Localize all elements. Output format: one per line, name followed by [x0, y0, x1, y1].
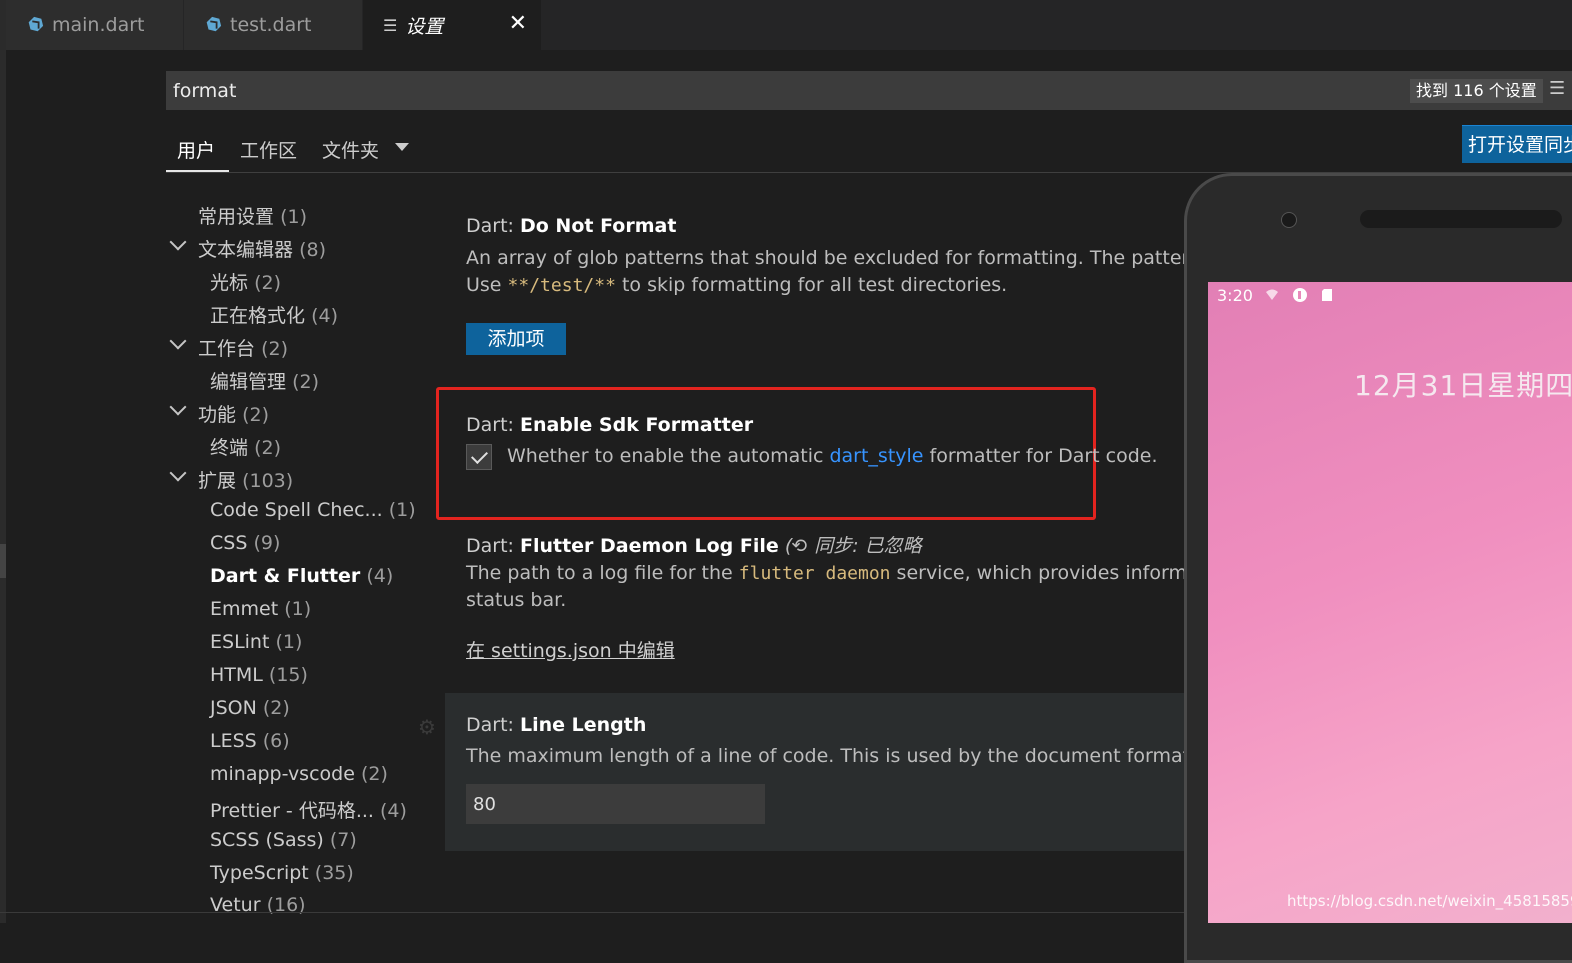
toc-item[interactable]: ESLint (1) [210, 631, 302, 653]
setting-title-do-not-format: Dart: Do Not Format [466, 215, 677, 237]
toc-item[interactable]: 终端 (2) [210, 433, 281, 460]
scope-tab-workspace[interactable]: 工作区 [240, 136, 297, 163]
toc-item[interactable]: Emmet (1) [210, 598, 311, 620]
editor-tab-bar: main.dart test.dart ☰ 设置 ✕ [6, 0, 1572, 50]
search-result-count: 找到 116 个设置 [1410, 79, 1543, 103]
tab-test-dart[interactable]: test.dart [184, 0, 362, 50]
setting-description: An array of glob patterns that should be… [466, 247, 1266, 269]
toc-item-selected[interactable]: Dart & Flutter (4) [210, 565, 393, 587]
toc-item[interactable]: LESS (6) [210, 730, 290, 752]
lockscreen-date: 12月31日星期四 [1354, 369, 1572, 402]
sync-ignored-note: (⟲ 同步: 已忽略 [784, 535, 922, 557]
setting-description: The maximum length of a line of code. Th… [466, 745, 1222, 767]
app-notification-icon [1293, 288, 1307, 302]
tab-main-dart[interactable]: main.dart [6, 0, 183, 50]
toc-item[interactable]: 光标 (2) [210, 268, 281, 295]
panel-border [0, 912, 1208, 913]
tab-settings[interactable]: ☰ 设置 ✕ [363, 0, 541, 50]
settings-list-icon: ☰ [383, 15, 398, 35]
toc-item[interactable]: Code Spell Chec... (1) [210, 499, 416, 521]
toc-item[interactable]: JSON (2) [210, 697, 290, 719]
line-length-input[interactable] [466, 784, 765, 824]
settings-search-box [166, 71, 1572, 110]
toc-item[interactable]: 编辑管理 (2) [210, 367, 319, 394]
toc-item[interactable]: 正在格式化 (4) [210, 301, 338, 328]
activity-bar-edge [0, 0, 6, 923]
tab-label: test.dart [230, 14, 312, 36]
gear-icon[interactable]: ⚙ [418, 715, 436, 739]
toc-item[interactable]: minapp-vscode (2) [210, 763, 388, 785]
settings-search-input[interactable] [166, 71, 1396, 110]
camera-icon [1281, 212, 1297, 228]
settings-sync-button[interactable]: 打开设置同步 [1462, 125, 1572, 163]
setting-description: The path to a log file for the flutter d… [466, 562, 1253, 584]
setting-title-line-length: Dart: Line Length [466, 714, 647, 736]
speaker-grille [1360, 210, 1562, 228]
setting-description: status bar. [466, 589, 567, 611]
dart-style-link[interactable]: dart_style [829, 445, 923, 467]
scroll-marker [0, 544, 6, 578]
add-item-button[interactable]: 添加项 [466, 323, 566, 355]
toc-item[interactable]: 常用设置 (1) [198, 202, 307, 229]
tab-label: main.dart [52, 14, 145, 36]
close-icon[interactable]: ✕ [509, 11, 527, 36]
sync-ignored-icon: ⟲ [792, 535, 809, 557]
watermark: https://blog.csdn.net/weixin_45815859 [1287, 892, 1572, 910]
chevron-down-icon[interactable] [169, 233, 187, 251]
toc-item[interactable]: CSS (9) [210, 532, 280, 554]
toc-item[interactable]: 工作台 (2) [198, 334, 288, 361]
toc-item[interactable]: SCSS (Sass) (7) [210, 829, 357, 851]
dart-icon [28, 16, 44, 32]
toc-item[interactable]: Prettier - 代码格... (4) [210, 796, 407, 823]
status-bar-time: 3:20 [1217, 286, 1253, 305]
chevron-down-icon[interactable] [169, 332, 187, 350]
setting-title-enable-sdk-formatter: Dart: Enable Sdk Formatter [466, 414, 754, 436]
wifi-icon [1266, 289, 1278, 300]
toc-item[interactable]: TypeScript (35) [210, 862, 354, 884]
sd-card-icon [1322, 289, 1332, 301]
toc-item[interactable]: 扩展 (103) [198, 466, 293, 493]
toc-item[interactable]: 文本编辑器 (8) [198, 235, 326, 262]
setting-description: Use **/test/** to skip formatting for al… [466, 274, 1008, 296]
chevron-down-icon[interactable] [169, 464, 187, 482]
filter-icon[interactable]: ☰ [1549, 78, 1565, 99]
scope-tab-folder[interactable]: 文件夹 [322, 136, 379, 163]
toc-item[interactable]: HTML (15) [210, 664, 308, 686]
setting-description: Whether to enable the automatic dart_sty… [507, 445, 1158, 467]
edit-in-settings-json-link[interactable]: 在 settings.json 中编辑 [466, 636, 675, 663]
chevron-down-icon[interactable] [395, 143, 409, 151]
dart-icon [206, 16, 222, 32]
chevron-down-icon[interactable] [169, 398, 187, 416]
enable-sdk-formatter-checkbox[interactable] [466, 444, 492, 470]
toc-item[interactable]: 功能 (2) [198, 400, 269, 427]
tab-label: 设置 [405, 15, 444, 38]
scope-tab-user[interactable]: 用户 [177, 136, 215, 163]
setting-title-flutter-daemon-log-file: Dart: Flutter Daemon Log File (⟲ 同步: 已忽略 [466, 535, 922, 557]
